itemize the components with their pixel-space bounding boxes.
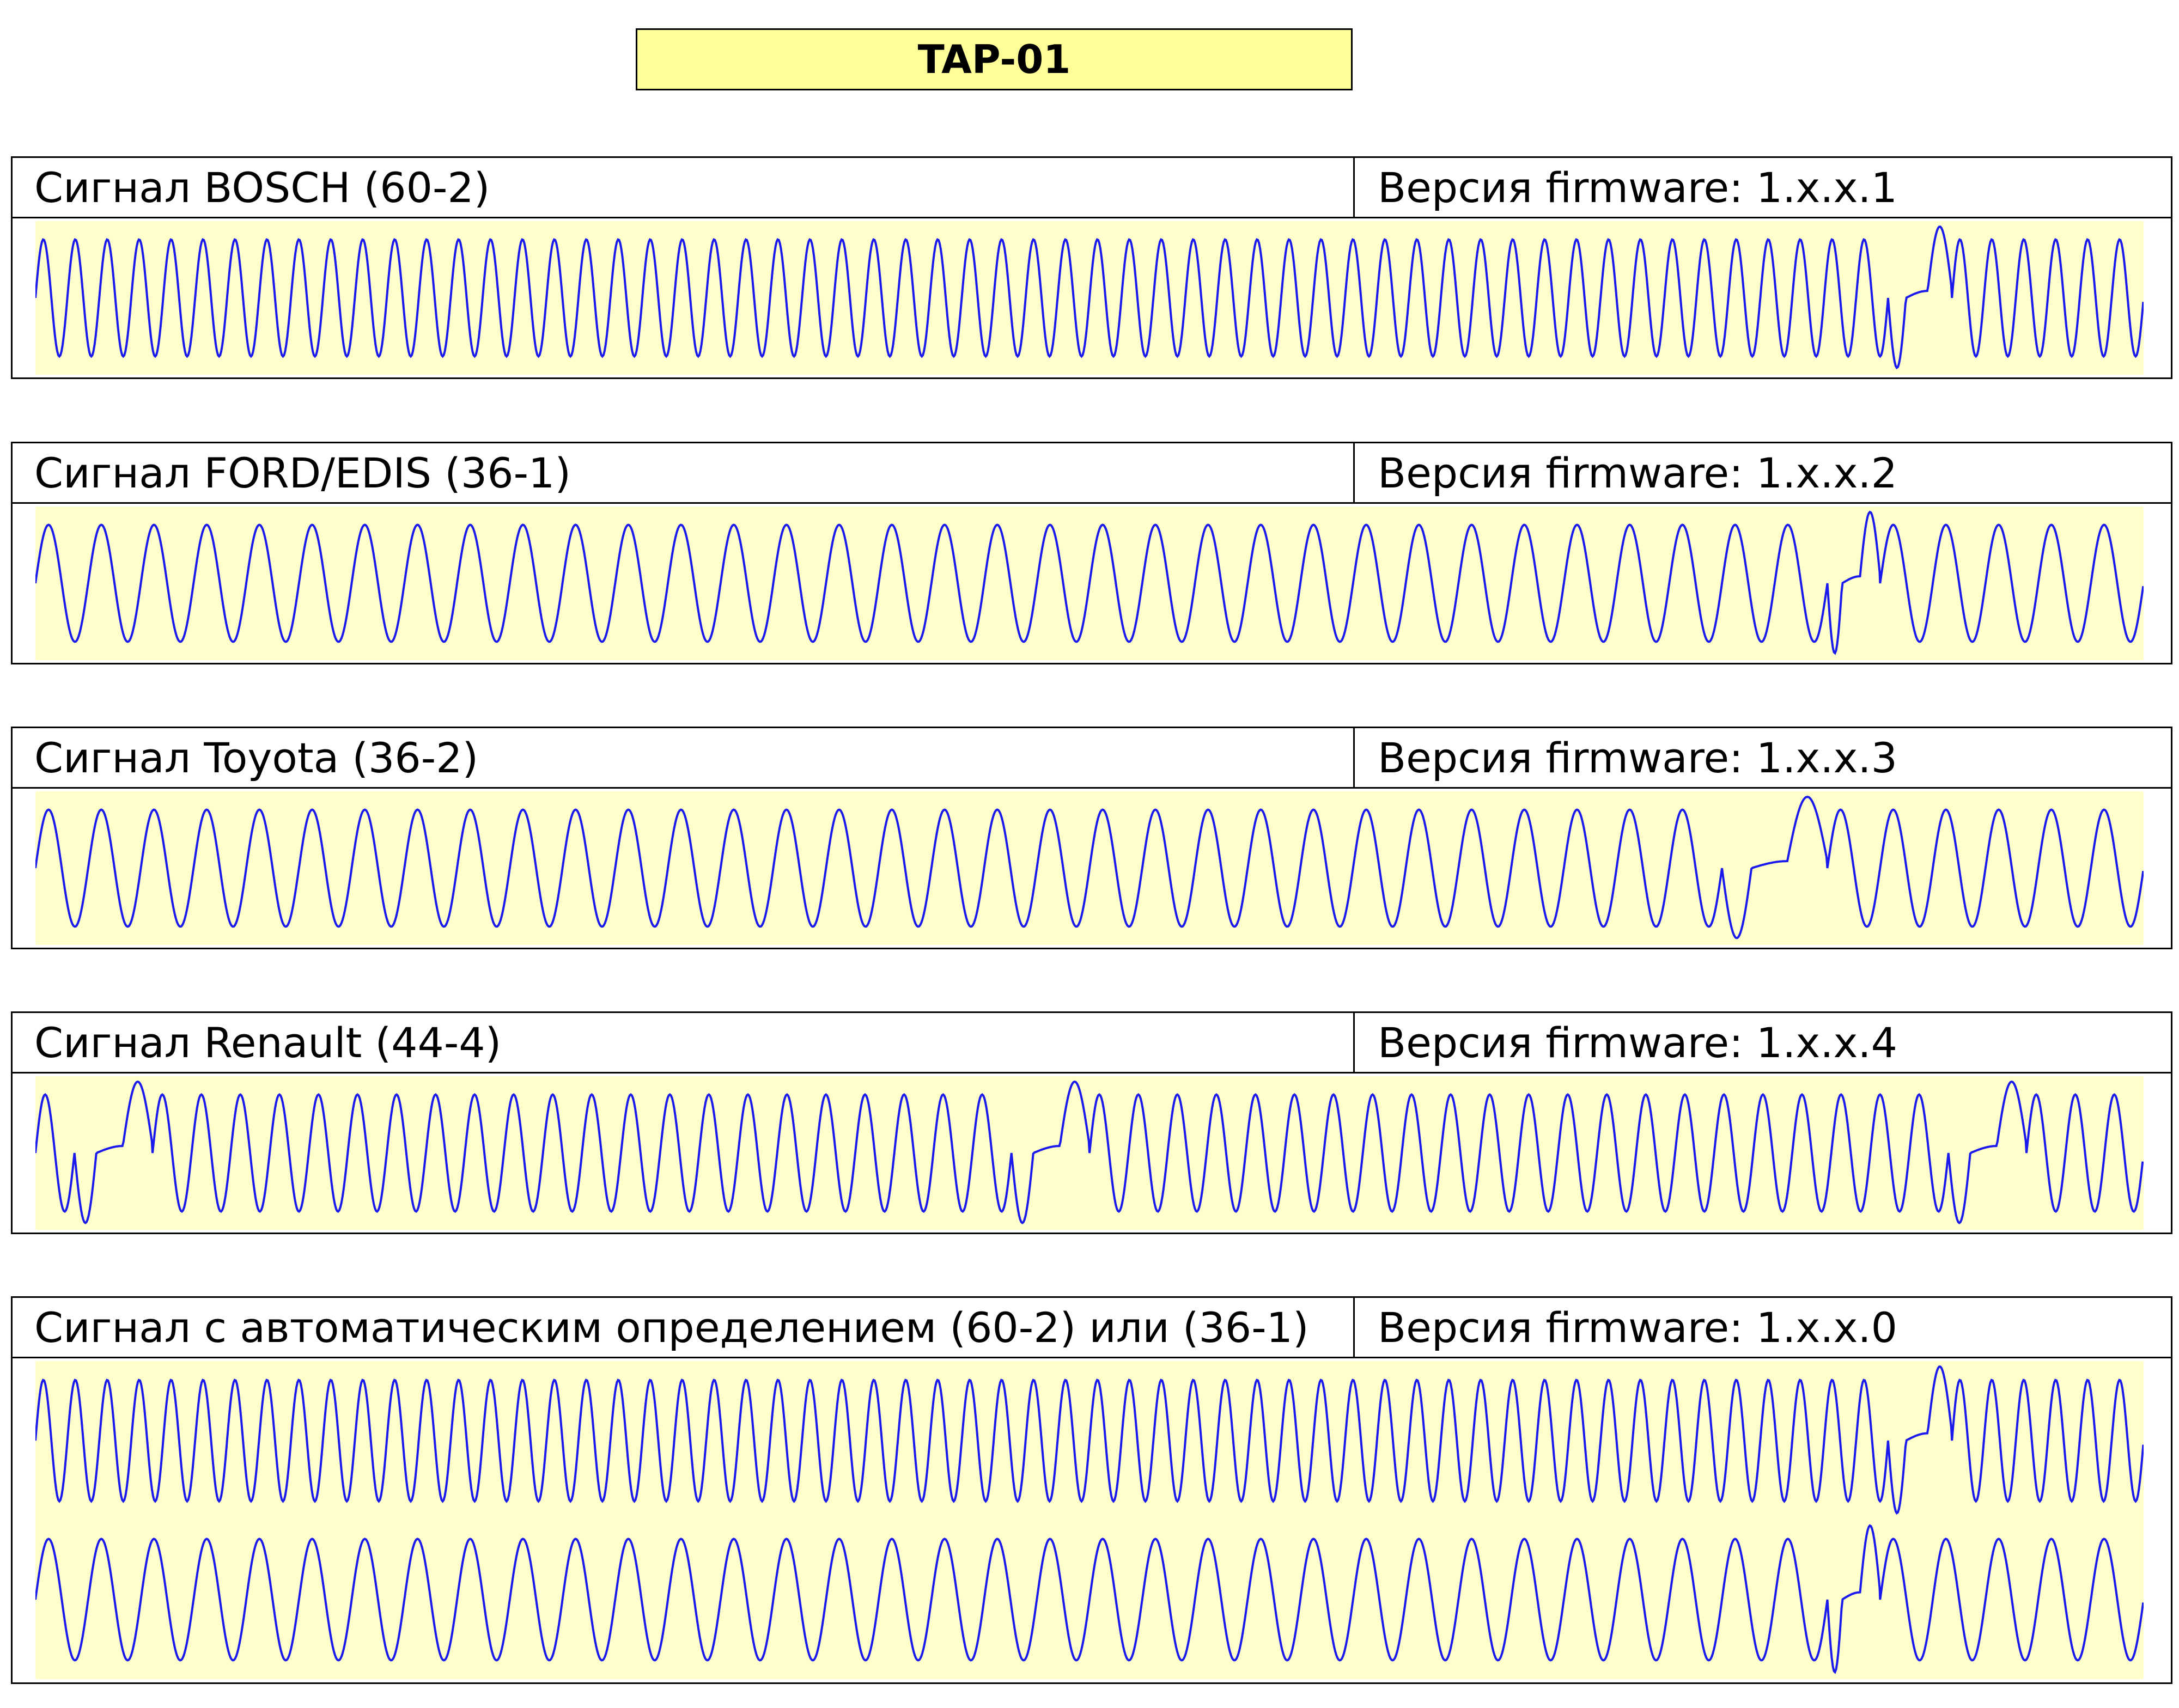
waveform-plot — [35, 507, 2144, 660]
firmware-version: Версия firmware: 1.x.x.4 — [1378, 1018, 1897, 1067]
firmware-version: Версия firmware: 1.x.x.0 — [1378, 1303, 1897, 1352]
signal-panel-renault: Сигнал Renault (44-4) Версия firmware: 1… — [11, 1011, 2172, 1234]
signal-panel-ford-edis: Сигнал FORD/EDIS (36-1) Версия firmware:… — [11, 442, 2172, 664]
diagram-title: TAP-01 — [636, 28, 1353, 90]
signal-name: Сигнал с автоматическим определением (60… — [13, 1298, 1355, 1357]
waveform-trace — [35, 1524, 2144, 1674]
waveform-trace — [35, 510, 2144, 655]
firmware-version: Версия firmware: 1.x.x.2 — [1378, 448, 1897, 497]
panel-header: Сигнал FORD/EDIS (36-1) Версия firmware:… — [13, 443, 2171, 504]
waveform-plot — [35, 1076, 2144, 1230]
signal-name: Сигнал Renault (44-4) — [13, 1013, 1355, 1072]
waveform-plot — [35, 1361, 2144, 1679]
waveform-svg — [35, 1365, 2144, 1674]
panel-header: Сигнал BOSCH (60-2) Версия firmware: 1.x… — [13, 158, 2171, 218]
signal-name: Сигнал Toyota (36-2) — [13, 728, 1355, 787]
waveform-plot — [35, 791, 2144, 945]
waveform-trace — [35, 796, 2144, 940]
waveform-plot — [35, 221, 2144, 375]
signal-panel-bosch: Сигнал BOSCH (60-2) Версия firmware: 1.x… — [11, 156, 2172, 379]
signal-panel-auto-detect: Сигнал с автоматическим определением (60… — [11, 1296, 2172, 1684]
waveform-svg — [35, 225, 2144, 370]
signal-panel-toyota: Сигнал Toyota (36-2) Версия firmware: 1.… — [11, 727, 2172, 949]
signal-name: Сигнал BOSCH (60-2) — [13, 158, 1355, 217]
waveform-trace — [35, 1080, 2144, 1224]
panel-header: Сигнал Renault (44-4) Версия firmware: 1… — [13, 1013, 2171, 1073]
signal-name: Сигнал FORD/EDIS (36-1) — [13, 443, 1355, 502]
waveform-svg — [35, 796, 2144, 940]
panel-header: Сигнал с автоматическим определением (60… — [13, 1298, 2171, 1358]
waveform-svg — [35, 1080, 2144, 1224]
waveform-trace — [35, 1365, 2144, 1515]
firmware-version: Версия firmware: 1.x.x.1 — [1378, 163, 1897, 212]
waveform-trace — [35, 225, 2144, 370]
panel-header: Сигнал Toyota (36-2) Версия firmware: 1.… — [13, 728, 2171, 789]
waveform-svg — [35, 510, 2144, 655]
firmware-version: Версия firmware: 1.x.x.3 — [1378, 733, 1897, 782]
